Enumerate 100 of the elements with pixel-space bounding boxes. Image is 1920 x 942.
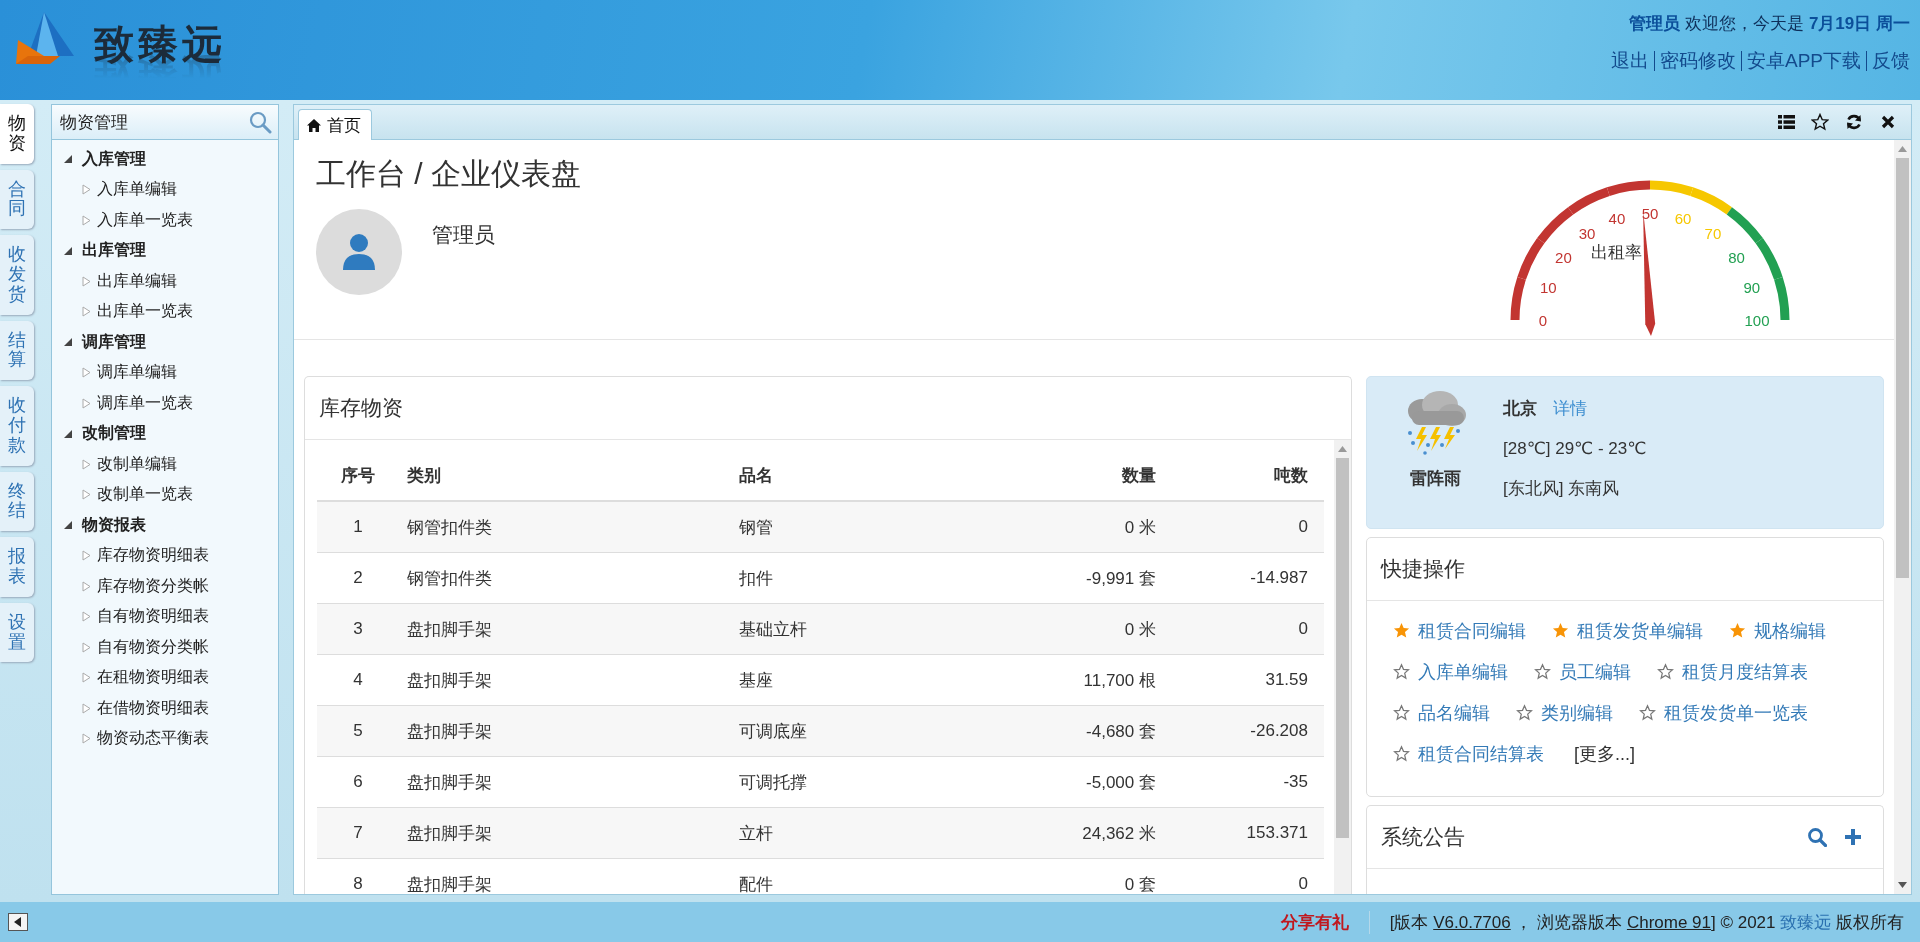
module-tab[interactable]: 收发货 — [0, 235, 34, 315]
table-cell: 盘扣脚手架 — [399, 705, 738, 757]
quick-action-link[interactable]: 租赁合同编辑 — [1393, 619, 1526, 642]
scrollbar[interactable] — [1334, 440, 1351, 894]
version-link[interactable]: V6.0.7706 — [1433, 912, 1511, 932]
tree-item[interactable]: 入库单编辑 — [52, 174, 278, 205]
user-name: 管理员 — [432, 222, 495, 248]
module-tab[interactable]: 结算 — [0, 320, 34, 381]
tree-item[interactable]: 入库单一览表 — [52, 205, 278, 236]
module-tab[interactable]: 报表 — [0, 537, 34, 597]
refresh-icon[interactable] — [1845, 113, 1863, 131]
table-cell: 0 米 — [1020, 603, 1157, 655]
close-icon[interactable] — [1879, 113, 1897, 131]
down-arrow-icon — [1898, 882, 1907, 888]
table-cell: 基座 — [738, 654, 1020, 706]
star-icon[interactable] — [1811, 113, 1829, 131]
up-arrow-icon — [1338, 446, 1347, 452]
table-cell: 盘扣脚手架 — [399, 756, 738, 808]
table-cell: 2 — [317, 552, 399, 604]
plus-icon[interactable] — [1843, 827, 1863, 847]
gauge-tick-label: 50 — [1641, 205, 1659, 222]
header-link[interactable]: 反馈 — [1866, 51, 1910, 71]
tree-item[interactable]: 出库单一览表 — [52, 296, 278, 327]
tree-item[interactable]: 调库单编辑 — [52, 357, 278, 388]
search-icon — [248, 110, 272, 134]
panel-toggle-icon[interactable] — [8, 913, 28, 931]
table-cell: 钢管扣件类 — [399, 501, 738, 553]
card-title: 快捷操作 — [1381, 556, 1465, 582]
gauge-tick-label: 60 — [1674, 210, 1692, 228]
tree-group[interactable]: 改制管理 — [52, 418, 278, 449]
search-icon[interactable] — [1807, 827, 1827, 847]
table-cell: 盘扣脚手架 — [399, 654, 738, 706]
module-tab[interactable]: 物资 — [0, 104, 34, 164]
triangle-icon — [82, 397, 91, 409]
header-link[interactable]: 安卓APP下载 — [1740, 51, 1866, 71]
quick-action-link[interactable]: 类别编辑 — [1516, 701, 1613, 724]
scrollbar[interactable] — [1894, 140, 1911, 894]
table-cell: 24,362 米 — [1020, 807, 1157, 859]
tree-group[interactable]: 物资报表 — [52, 510, 278, 541]
tree-group[interactable]: 调库管理 — [52, 327, 278, 358]
welcome-text: 管理员 欢迎您，今天是 7月19日 周一 — [1629, 13, 1910, 35]
more-link[interactable]: [更多...] — [1574, 742, 1635, 765]
list-icon[interactable] — [1777, 113, 1795, 131]
tree-item[interactable]: 自有物资分类帐 — [52, 632, 278, 663]
gauge-tick-label: 40 — [1608, 210, 1626, 228]
weather-condition: 雷阵雨 — [1409, 468, 1461, 490]
tree-item[interactable]: 库存物资分类帐 — [52, 571, 278, 602]
triangle-icon — [82, 702, 91, 714]
tree-item[interactable]: 调库单一览表 — [52, 388, 278, 419]
header-link[interactable]: 密码修改 — [1653, 51, 1741, 71]
tree-item[interactable]: 在租物资明细表 — [52, 662, 278, 693]
table-cell: -4,680 套 — [1020, 705, 1157, 757]
table-cell: 钢管 — [738, 501, 1020, 553]
sail-logo-icon — [14, 10, 76, 66]
scrollbar-thumb[interactable] — [1336, 458, 1349, 838]
quick-action-link[interactable]: 规格编辑 — [1729, 619, 1826, 642]
table-cell: 153.371 — [1157, 807, 1324, 859]
table-cell: 11,700 根 — [1020, 654, 1157, 706]
triangle-icon — [82, 641, 91, 653]
tree-item[interactable]: 改制单编辑 — [52, 449, 278, 480]
module-tab[interactable]: 设置 — [0, 602, 34, 663]
quick-action-link[interactable]: 租赁发货单一览表 — [1639, 701, 1808, 724]
quick-action-link[interactable]: 员工编辑 — [1534, 660, 1631, 683]
sidebar-title: 物资管理 — [60, 111, 128, 134]
table-cell: 7 — [317, 807, 399, 859]
triangle-icon — [82, 550, 91, 562]
gauge-tick-label: 80 — [1728, 249, 1745, 267]
up-arrow-icon — [1898, 146, 1907, 152]
triangle-icon — [82, 367, 91, 379]
table-cell: 可调底座 — [738, 705, 1020, 757]
triangle-icon — [82, 611, 91, 623]
table-cell: 31.59 — [1157, 654, 1324, 706]
home-icon — [307, 118, 321, 132]
gauge-tick-label: 10 — [1539, 278, 1557, 296]
tree-group[interactable]: 出库管理 — [52, 235, 278, 266]
triangle-icon — [82, 733, 91, 745]
table-cell: 立杆 — [738, 807, 1020, 859]
quick-action-link[interactable]: 租赁发货单编辑 — [1552, 619, 1703, 642]
table-cell: 扣件 — [738, 552, 1020, 604]
triangle-icon — [82, 458, 91, 470]
header-link[interactable]: 退出 — [1605, 51, 1654, 71]
tree-group[interactable]: 入库管理 — [52, 144, 278, 175]
quick-action-link[interactable]: 入库单编辑 — [1393, 660, 1508, 683]
tree-item[interactable]: 库存物资明细表 — [52, 540, 278, 571]
tree-item[interactable]: 在借物资明细表 — [52, 693, 278, 724]
tree-item[interactable]: 改制单一览表 — [52, 479, 278, 510]
page-tab[interactable]: 首页 — [298, 109, 372, 140]
scrollbar-thumb[interactable] — [1896, 158, 1909, 578]
module-tab[interactable]: 合同 — [0, 169, 34, 230]
quick-action-link[interactable]: 品名编辑 — [1393, 701, 1490, 724]
tree-item[interactable]: 自有物资明细表 — [52, 601, 278, 632]
module-tab[interactable]: 收付款 — [0, 386, 34, 466]
gauge-tick-label: 70 — [1704, 225, 1722, 243]
table-cell: 基础立杆 — [738, 603, 1020, 655]
quick-action-link[interactable]: 租赁合同结算表 — [1393, 742, 1544, 765]
quick-action-link[interactable]: 租赁月度结算表 — [1657, 660, 1808, 683]
tree-item[interactable]: 物资动态平衡表 — [52, 723, 278, 754]
tree-item[interactable]: 出库单编辑 — [52, 266, 278, 297]
version-link[interactable]: Chrome 91 — [1626, 912, 1711, 932]
module-tab[interactable]: 终结 — [0, 471, 34, 532]
